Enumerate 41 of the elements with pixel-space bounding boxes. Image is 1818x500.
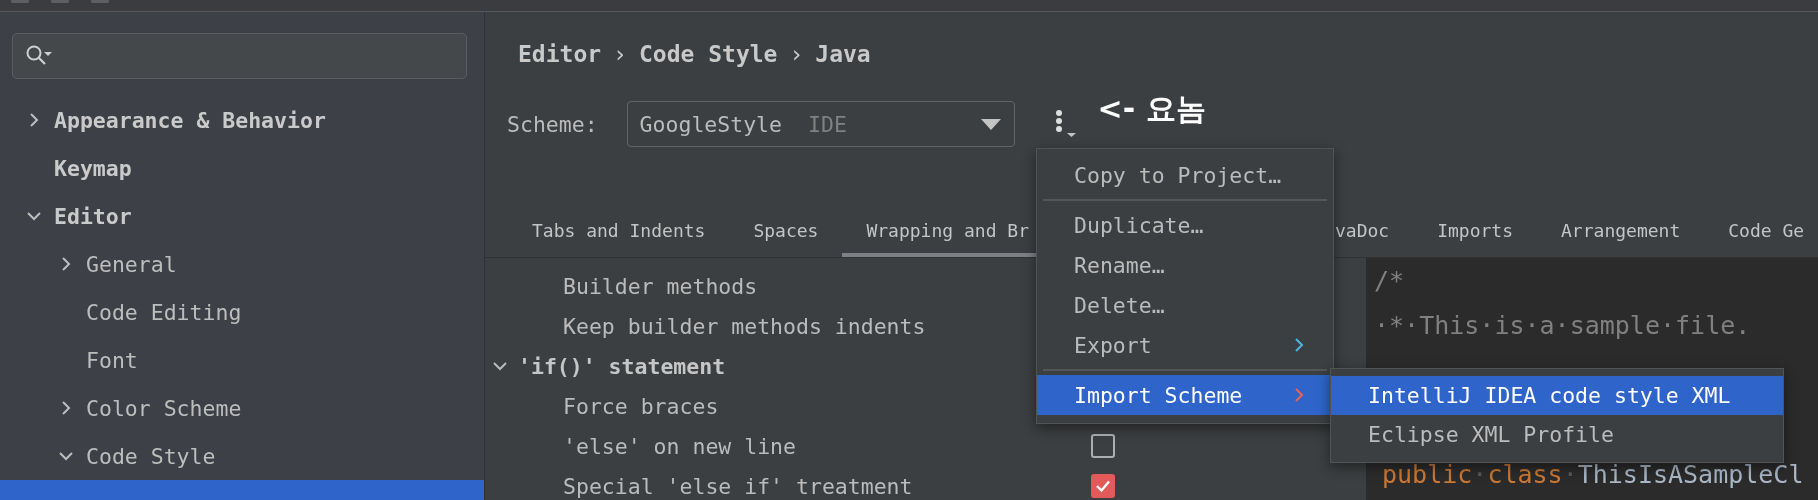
menu-item[interactable]: Delete… — [1037, 285, 1333, 325]
tree-item[interactable]: General — [0, 240, 484, 288]
code-line: /* — [1374, 265, 1406, 297]
group-label: 'if()' statement — [518, 353, 726, 379]
tree-item[interactable]: Appearance & Behavior — [0, 96, 484, 144]
tree-item[interactable]: Code Editing — [0, 288, 484, 336]
tree-item[interactable]: Editor — [0, 192, 484, 240]
tab[interactable]: Imports — [1413, 205, 1538, 257]
tree-item[interactable]: Code Style — [0, 432, 484, 480]
scheme-label: Scheme: — [507, 111, 598, 137]
breadcrumb-separator: › — [789, 40, 804, 69]
menu-item[interactable]: Export — [1037, 325, 1333, 365]
tree-item[interactable]: Color Scheme — [0, 384, 484, 432]
more-options-icon — [1053, 109, 1078, 139]
checkbox[interactable] — [1091, 474, 1115, 498]
tab[interactable]: Tabs and Indents — [508, 205, 730, 257]
menu-item[interactable]: Copy to Project… — [1037, 155, 1333, 195]
breadcrumb-separator: › — [613, 40, 627, 69]
annotation-text: <- 요놈 — [1097, 89, 1206, 128]
more-options-button[interactable] — [1053, 109, 1078, 139]
menu-item[interactable]: IntelliJ IDEA code style XML — [1331, 376, 1783, 415]
breadcrumb-item[interactable]: Editor — [518, 39, 602, 69]
tree-item[interactable]: Keymap — [0, 144, 484, 192]
option-label: Special 'else if' treatment — [562, 473, 914, 499]
option-label: Builder methods — [562, 273, 759, 299]
menu-item[interactable]: Eclipse XML Profile — [1331, 415, 1783, 454]
tab[interactable]: Arrangement — [1537, 205, 1705, 257]
option-label: 'else' on new line — [562, 433, 797, 459]
scheme-dropdown[interactable]: GoogleStyle IDE — [626, 101, 1015, 147]
checkbox[interactable] — [1091, 434, 1115, 458]
breadcrumb-item[interactable]: Java — [815, 39, 871, 69]
checkmark-icon — [1095, 479, 1111, 493]
tab[interactable]: Code Ge — [1704, 205, 1818, 257]
option-label: Keep builder methods indents — [562, 313, 927, 339]
search-field[interactable] — [12, 33, 467, 79]
code-line: ·*·This·is·a·sample·file. — [1374, 310, 1752, 342]
tree-item[interactable]: Font — [0, 336, 484, 384]
tab[interactable]: Spaces — [729, 205, 843, 257]
breadcrumb-item[interactable]: Code Style — [638, 39, 778, 69]
menu-item[interactable]: Import Scheme — [1037, 375, 1333, 415]
dropdown-arrow-icon — [980, 118, 1001, 130]
